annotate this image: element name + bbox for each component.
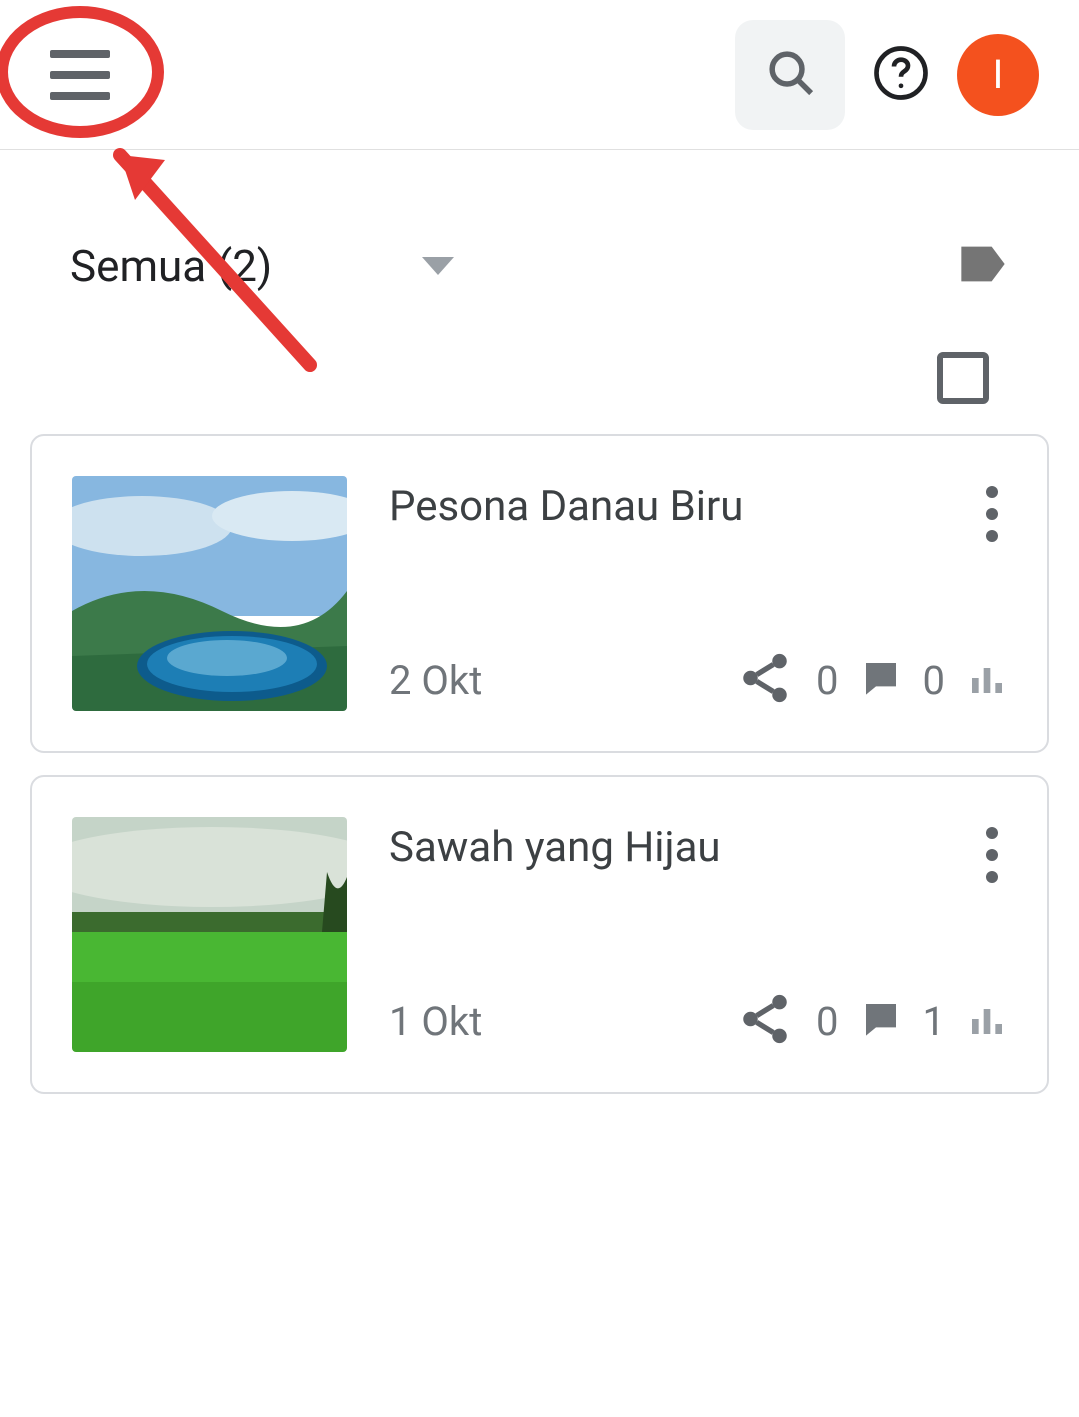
post-card[interactable]: Sawah yang Hijau 1 Okt 0 1 bbox=[30, 775, 1049, 1094]
help-button[interactable] bbox=[873, 47, 929, 103]
help-icon bbox=[873, 45, 929, 105]
post-thumbnail bbox=[72, 476, 347, 711]
share-icon[interactable] bbox=[736, 649, 794, 711]
view-count: 0 bbox=[923, 657, 945, 704]
stats-icon bbox=[967, 999, 1007, 1043]
post-meta: 1 Okt 0 1 bbox=[389, 990, 1007, 1052]
filter-dropdown[interactable]: Semua (2) bbox=[70, 240, 454, 292]
app-header: I bbox=[0, 0, 1079, 150]
posts-list: Pesona Danau Biru 2 Okt 0 0 bbox=[0, 434, 1079, 1094]
filter-actions bbox=[957, 242, 1009, 290]
filter-bar: Semua (2) bbox=[0, 150, 1079, 292]
avatar-initial: I bbox=[993, 51, 1004, 98]
view-count: 1 bbox=[923, 998, 945, 1045]
search-button[interactable] bbox=[735, 20, 845, 130]
search-icon bbox=[763, 45, 818, 104]
comment-count: 0 bbox=[816, 657, 838, 704]
post-more-button[interactable] bbox=[977, 482, 1007, 542]
post-card[interactable]: Pesona Danau Biru 2 Okt 0 0 bbox=[30, 434, 1049, 753]
stats-icon bbox=[967, 658, 1007, 702]
hamburger-menu-icon[interactable] bbox=[50, 50, 110, 100]
user-avatar[interactable]: I bbox=[957, 34, 1039, 116]
filter-label: Semua (2) bbox=[70, 240, 272, 292]
post-body: Sawah yang Hijau 1 Okt 0 1 bbox=[389, 817, 1007, 1052]
post-thumbnail bbox=[72, 817, 347, 1052]
tag-icon[interactable] bbox=[957, 271, 1009, 290]
post-body: Pesona Danau Biru 2 Okt 0 0 bbox=[389, 476, 1007, 711]
post-date: 1 Okt bbox=[389, 998, 559, 1045]
comment-count: 0 bbox=[816, 998, 838, 1045]
post-date: 2 Okt bbox=[389, 657, 559, 704]
chevron-down-icon bbox=[422, 257, 454, 275]
comment-icon bbox=[861, 999, 901, 1043]
header-actions: I bbox=[735, 20, 1039, 130]
post-title: Pesona Danau Biru bbox=[389, 482, 743, 531]
select-all-row bbox=[0, 292, 1079, 434]
share-icon[interactable] bbox=[736, 990, 794, 1052]
post-meta: 2 Okt 0 0 bbox=[389, 649, 1007, 711]
post-title: Sawah yang Hijau bbox=[389, 823, 721, 872]
post-more-button[interactable] bbox=[977, 823, 1007, 883]
select-all-checkbox[interactable] bbox=[937, 352, 989, 404]
comment-icon bbox=[861, 658, 901, 702]
